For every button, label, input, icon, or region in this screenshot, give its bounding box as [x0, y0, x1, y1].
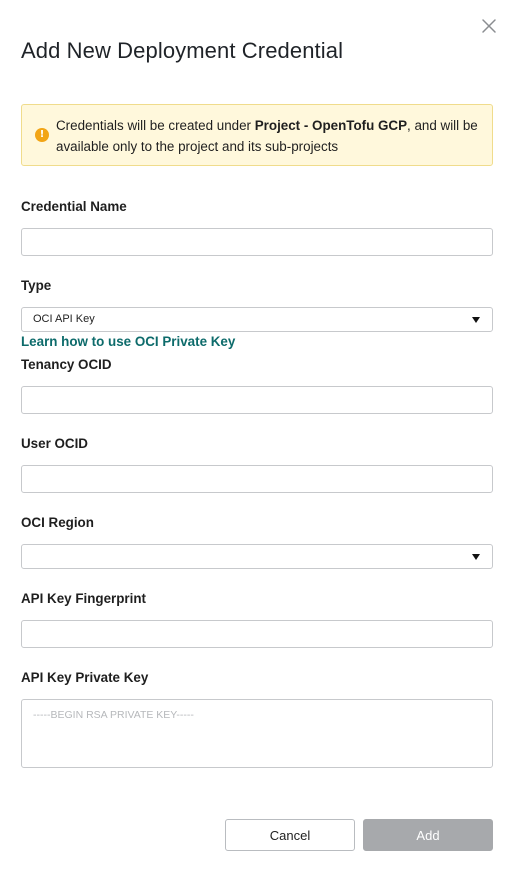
close-icon [482, 19, 496, 33]
credential-name-label: Credential Name [21, 199, 127, 214]
type-label: Type [21, 278, 52, 293]
user-ocid-input[interactable] [21, 465, 493, 493]
private-key-label: API Key Private Key [21, 670, 149, 685]
warning-icon: ! [35, 128, 49, 142]
alert-text-before: Credentials will be created under [56, 118, 255, 133]
info-alert: ! Credentials will be created under Proj… [21, 104, 493, 166]
user-ocid-label: User OCID [21, 436, 88, 451]
fingerprint-input[interactable] [21, 620, 493, 648]
tenancy-ocid-label: Tenancy OCID [21, 357, 112, 372]
dialog-title: Add New Deployment Credential [21, 38, 344, 63]
close-button[interactable] [480, 17, 498, 35]
tenancy-ocid-input[interactable] [21, 386, 493, 414]
type-select[interactable]: OCI API Key [21, 307, 493, 332]
caret-down-icon [472, 554, 480, 560]
private-key-textarea[interactable] [21, 699, 493, 768]
type-selected-value: OCI API Key [33, 313, 95, 325]
caret-down-icon [472, 317, 480, 323]
cancel-button[interactable]: Cancel [225, 819, 355, 851]
fingerprint-label: API Key Fingerprint [21, 591, 146, 606]
add-button[interactable]: Add [363, 819, 493, 851]
alert-message: Credentials will be created under Projec… [56, 115, 486, 157]
learn-oci-private-key-link[interactable]: Learn how to use OCI Private Key [21, 334, 235, 349]
credential-name-input[interactable] [21, 228, 493, 256]
alert-project-name: Project - OpenTofu GCP [254, 118, 408, 133]
oci-region-select[interactable] [21, 544, 493, 569]
oci-region-label: OCI Region [21, 515, 94, 530]
